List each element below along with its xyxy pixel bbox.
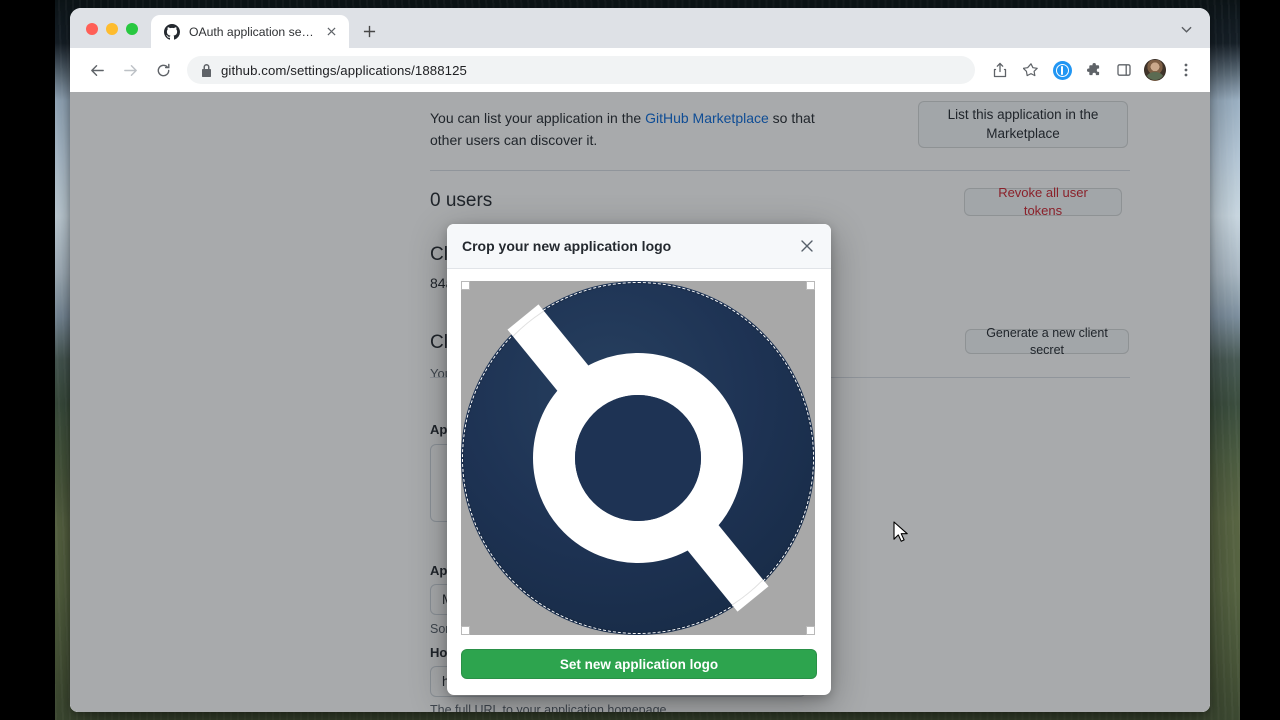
close-icon[interactable] xyxy=(323,23,340,40)
tab-title: OAuth application settings xyxy=(189,24,314,39)
crop-handle-top-right[interactable] xyxy=(806,281,815,290)
crop-handle-top-left[interactable] xyxy=(461,281,470,290)
back-arrow-icon[interactable] xyxy=(82,55,112,85)
chevron-down-icon[interactable] xyxy=(1174,17,1198,41)
modal-footer: Set new application logo xyxy=(447,635,831,695)
chrome-menu-icon[interactable] xyxy=(1172,56,1200,84)
onepassword-extension-icon[interactable] xyxy=(1048,56,1076,84)
close-icon[interactable] xyxy=(797,236,817,256)
crop-logo-modal: Crop your new application logo Set new a… xyxy=(447,224,831,695)
browser-toolbar: github.com/settings/applications/1888125 xyxy=(70,48,1210,92)
page-viewport: You can list your application in the Git… xyxy=(70,92,1210,712)
address-bar[interactable]: github.com/settings/applications/1888125 xyxy=(187,56,975,84)
share-icon[interactable] xyxy=(986,56,1014,84)
set-new-application-logo-button[interactable]: Set new application logo xyxy=(461,649,817,679)
modal-body xyxy=(447,269,831,635)
close-window-button[interactable] xyxy=(86,23,98,35)
extensions-puzzle-icon[interactable] xyxy=(1079,56,1107,84)
forward-arrow-icon[interactable] xyxy=(115,55,145,85)
browser-tab-oauth-settings[interactable]: OAuth application settings xyxy=(151,15,349,48)
reload-icon[interactable] xyxy=(148,55,178,85)
browser-window: OAuth application settings github.com/se xyxy=(70,8,1210,712)
profile-avatar[interactable] xyxy=(1141,56,1169,84)
magnifier-search-icon xyxy=(507,304,769,612)
modal-title: Crop your new application logo xyxy=(462,238,672,254)
application-logo-image xyxy=(461,281,815,635)
crop-image-stage[interactable] xyxy=(461,281,815,635)
crop-handle-bottom-left[interactable] xyxy=(461,626,470,635)
window-traffic-lights xyxy=(70,23,138,48)
lock-icon xyxy=(201,63,212,77)
modal-header: Crop your new application logo xyxy=(447,224,831,269)
maximize-window-button[interactable] xyxy=(126,23,138,35)
crop-handle-bottom-right[interactable] xyxy=(806,626,815,635)
tab-strip: OAuth application settings xyxy=(70,8,1210,48)
side-panel-icon[interactable] xyxy=(1110,56,1138,84)
url-text: github.com/settings/applications/1888125 xyxy=(221,62,467,78)
github-icon xyxy=(164,23,180,40)
new-tab-button[interactable] xyxy=(355,17,383,45)
mouse-cursor xyxy=(893,521,910,548)
bookmark-star-icon[interactable] xyxy=(1017,56,1045,84)
minimize-window-button[interactable] xyxy=(106,23,118,35)
